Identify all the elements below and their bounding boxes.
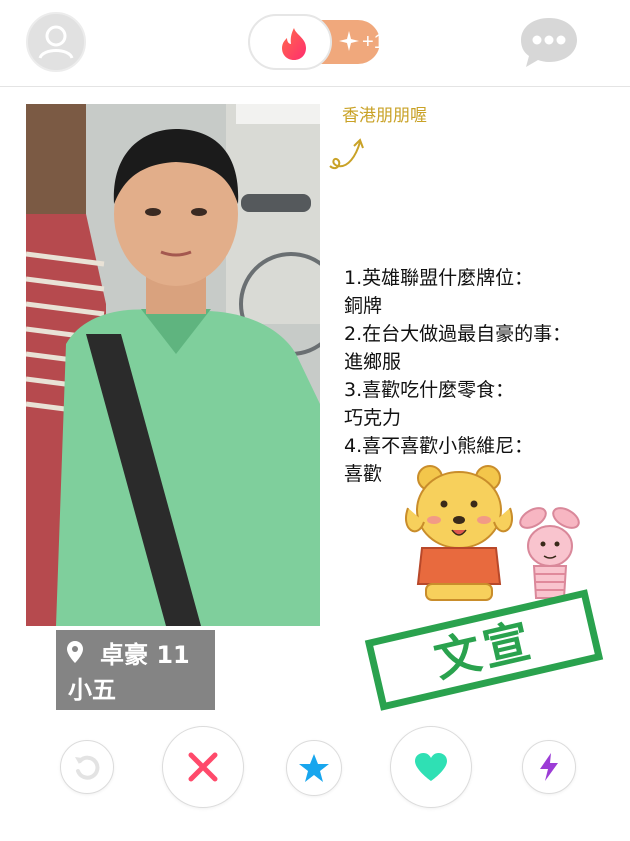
profile-photo[interactable] xyxy=(26,104,320,626)
logo-pill-left xyxy=(248,14,332,70)
profile-bio: 1.英雄聯盟什麼牌位： 銅牌 2.在台大做過最自豪的事： 進鄉服 3.喜歡吃什麼… xyxy=(344,264,626,488)
bio-line: 3.喜歡吃什麼零食： xyxy=(344,379,515,401)
heart-icon xyxy=(415,753,447,781)
flame-icon xyxy=(282,28,306,60)
profile-subtitle: 小五 xyxy=(68,676,116,704)
profile-age: 11 xyxy=(156,641,190,669)
super-like-button[interactable] xyxy=(286,740,342,796)
messages-button[interactable] xyxy=(516,12,582,72)
top-bar: +1 xyxy=(0,0,630,87)
profile-button[interactable] xyxy=(26,12,86,72)
x-icon xyxy=(188,752,218,782)
nope-button[interactable] xyxy=(162,726,244,808)
bio-line: 2.在台大做過最自豪的事： xyxy=(344,323,572,345)
bio-line: 4.喜不喜歡小熊維尼： xyxy=(344,435,534,457)
user-silhouette-icon xyxy=(28,14,84,70)
boost-count-text: +1 xyxy=(362,31,385,53)
name-label: 卓豪 11 小五 xyxy=(56,630,215,710)
stamp-text: 文宣 xyxy=(429,612,539,688)
like-button[interactable] xyxy=(390,726,472,808)
bio-line: 巧克力 xyxy=(344,407,402,429)
bio-line: 1.英雄聯盟什麼牌位： xyxy=(344,267,534,289)
pooh-and-piglet-sticker xyxy=(405,465,580,601)
bio-line: 進鄉服 xyxy=(344,351,402,373)
lightning-icon xyxy=(540,753,558,781)
curl-arrow-icon xyxy=(329,138,364,170)
boost-button[interactable] xyxy=(522,740,576,794)
photo-caption: 香港朋朋喔 xyxy=(342,106,427,126)
profile-name: 卓豪 xyxy=(100,641,148,669)
sparkle-icon xyxy=(339,31,359,51)
location-pin-icon xyxy=(67,641,83,663)
bio-line: 銅牌 xyxy=(344,295,383,317)
discover-logo-toggle[interactable]: +1 xyxy=(248,14,385,70)
rewind-icon xyxy=(75,755,100,780)
rewind-button[interactable] xyxy=(60,740,114,794)
star-icon xyxy=(299,754,329,782)
chat-bubble-icon xyxy=(521,18,577,67)
profile-photo-illustration xyxy=(26,104,320,626)
profile-name-age: 卓豪 11 xyxy=(100,639,190,671)
